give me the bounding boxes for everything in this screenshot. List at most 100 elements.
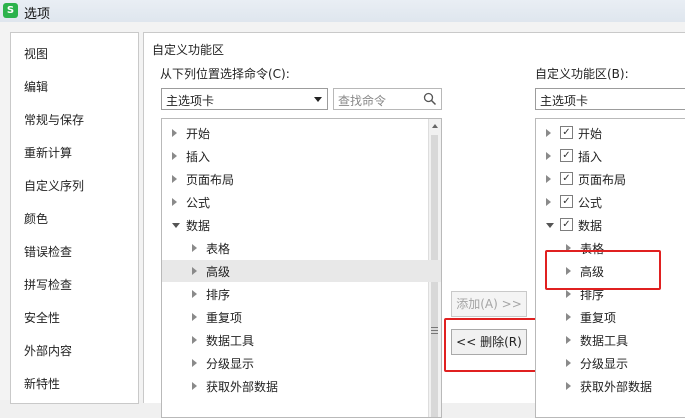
collapsed-arrow-icon[interactable] xyxy=(192,359,197,367)
tree-item-label: 分级显示 xyxy=(206,357,255,371)
tree-item-label: 数据 xyxy=(186,219,211,233)
expanded-arrow-icon[interactable] xyxy=(172,223,180,228)
commands-source-select[interactable]: 主选项卡 xyxy=(161,88,328,110)
tree-item-label: 页面布局 xyxy=(186,173,235,187)
tree-item[interactable]: 表格 xyxy=(162,237,441,259)
tree-item[interactable]: 数据工具 xyxy=(162,329,441,351)
sidebar-item[interactable]: 拼写检查 xyxy=(24,276,72,293)
customize-ribbon-panel: 自定义功能区 从下列位置选择命令(C): 主选项卡 查找命令 开始插入页面布局公… xyxy=(143,32,685,418)
tree-item-label: 表格 xyxy=(206,242,231,256)
tree-item[interactable]: ✓ 页面布局 xyxy=(536,168,685,190)
tree-item[interactable]: 获取外部数据 xyxy=(536,375,685,397)
tree-item-label: 高级 xyxy=(206,265,231,279)
tree-item-label: 公式 xyxy=(186,196,211,210)
tree-item[interactable]: 数据 xyxy=(162,214,441,236)
collapsed-arrow-icon[interactable] xyxy=(192,313,197,321)
sidebar-item[interactable]: 错误检查 xyxy=(24,243,72,260)
ribbon-tabs-select[interactable]: 主选项卡 xyxy=(535,88,685,110)
group-title: 自定义功能区 xyxy=(152,43,225,57)
ribbon-tabs-value: 主选项卡 xyxy=(540,94,589,108)
collapsed-arrow-icon[interactable] xyxy=(566,336,571,344)
collapsed-arrow-icon[interactable] xyxy=(566,382,571,390)
tree-item-label: 分级显示 xyxy=(580,357,629,371)
sidebar-item[interactable]: 重新计算 xyxy=(24,144,72,161)
window-title: 选项 xyxy=(24,7,51,22)
sidebar-item[interactable]: 视图 xyxy=(24,45,48,62)
customize-ribbon-label: 自定义功能区(B): xyxy=(535,67,629,81)
checkbox[interactable]: ✓ xyxy=(560,126,573,139)
checkbox[interactable]: ✓ xyxy=(560,218,573,231)
sidebar-item[interactable]: 编辑 xyxy=(24,78,48,95)
collapsed-arrow-icon[interactable] xyxy=(172,129,177,137)
tree-item[interactable]: 开始 xyxy=(162,122,441,144)
tree-item-label: 重复项 xyxy=(580,311,617,325)
tree-item-label: 获取外部数据 xyxy=(580,380,653,394)
tree-item[interactable]: 重复项 xyxy=(162,306,441,328)
options-dialog: 视图编辑常规与保存重新计算自定义序列颜色错误检查拼写检查安全性外部内容新特性 自… xyxy=(0,22,685,418)
tree-item-label: 开始 xyxy=(186,127,211,141)
tree-item[interactable]: 获取外部数据 xyxy=(162,375,441,397)
highlight-box-remove xyxy=(444,318,544,372)
available-commands-list[interactable]: 开始插入页面布局公式数据表格高级排序重复项数据工具分级显示获取外部数据 xyxy=(161,118,442,418)
tree-item[interactable]: 页面布局 xyxy=(162,168,441,190)
collapsed-arrow-icon[interactable] xyxy=(546,198,551,206)
tree-item[interactable]: 高级 xyxy=(162,260,441,282)
collapsed-arrow-icon[interactable] xyxy=(546,175,551,183)
collapsed-arrow-icon[interactable] xyxy=(172,152,177,160)
tree-item[interactable]: 分级显示 xyxy=(162,352,441,374)
sidebar-item[interactable]: 外部内容 xyxy=(24,342,72,359)
collapsed-arrow-icon[interactable] xyxy=(172,175,177,183)
sidebar-item[interactable]: 自定义序列 xyxy=(24,177,84,194)
collapsed-arrow-icon[interactable] xyxy=(546,152,551,160)
sidebar-item[interactable]: 安全性 xyxy=(24,309,60,326)
tree-item-label: 开始 xyxy=(578,127,603,141)
tree-item[interactable]: 插入 xyxy=(162,145,441,167)
collapsed-arrow-icon[interactable] xyxy=(192,336,197,344)
tree-item-label: 排序 xyxy=(206,288,231,302)
sidebar-item[interactable]: 颜色 xyxy=(24,210,48,227)
tree-item[interactable]: ✓ 数据 xyxy=(536,214,685,236)
expanded-arrow-icon[interactable] xyxy=(546,223,554,228)
title-bar: S 选项 xyxy=(0,0,685,23)
tree-item-label: 插入 xyxy=(578,150,603,164)
tree-item-label: 页面布局 xyxy=(578,173,627,187)
checkbox[interactable]: ✓ xyxy=(560,149,573,162)
collapsed-arrow-icon[interactable] xyxy=(192,267,197,275)
tree-item[interactable]: 分级显示 xyxy=(536,352,685,374)
collapsed-arrow-icon[interactable] xyxy=(172,198,177,206)
tree-item[interactable]: 公式 xyxy=(162,191,441,213)
tree-item[interactable]: 排序 xyxy=(162,283,441,305)
collapsed-arrow-icon[interactable] xyxy=(566,290,571,298)
tree-item-label: 数据 xyxy=(578,219,603,233)
chevron-down-icon xyxy=(314,97,322,102)
choose-commands-label: 从下列位置选择命令(C): xyxy=(160,67,290,81)
search-placeholder: 查找命令 xyxy=(338,94,387,108)
add-button[interactable]: 添加(A) >> xyxy=(451,291,527,317)
tree-item[interactable]: 重复项 xyxy=(536,306,685,328)
tree-item-label: 公式 xyxy=(578,196,603,210)
collapsed-arrow-icon[interactable] xyxy=(566,359,571,367)
collapsed-arrow-icon[interactable] xyxy=(566,313,571,321)
search-icon xyxy=(423,92,437,106)
checkbox[interactable]: ✓ xyxy=(560,195,573,208)
commands-source-value: 主选项卡 xyxy=(166,94,215,108)
search-commands-input[interactable]: 查找命令 xyxy=(333,88,442,110)
tree-item[interactable]: ✓ 插入 xyxy=(536,145,685,167)
sidebar-item[interactable]: 常规与保存 xyxy=(24,111,84,128)
tree-item[interactable]: ✓ 开始 xyxy=(536,122,685,144)
collapsed-arrow-icon[interactable] xyxy=(192,290,197,298)
tree-item-label: 获取外部数据 xyxy=(206,380,279,394)
tree-item[interactable]: ✓ 公式 xyxy=(536,191,685,213)
collapsed-arrow-icon[interactable] xyxy=(192,382,197,390)
tree-item-label: 重复项 xyxy=(206,311,243,325)
collapsed-arrow-icon[interactable] xyxy=(192,244,197,252)
wps-app-icon: S xyxy=(3,3,18,18)
options-sidebar: 视图编辑常规与保存重新计算自定义序列颜色错误检查拼写检查安全性外部内容新特性 xyxy=(10,32,139,404)
tree-item-label: 数据工具 xyxy=(206,334,255,348)
tree-item-label: 数据工具 xyxy=(580,334,629,348)
highlight-box-advanced xyxy=(545,250,661,290)
checkbox[interactable]: ✓ xyxy=(560,172,573,185)
tree-item[interactable]: 数据工具 xyxy=(536,329,685,351)
sidebar-item[interactable]: 新特性 xyxy=(24,375,60,392)
collapsed-arrow-icon[interactable] xyxy=(546,129,551,137)
